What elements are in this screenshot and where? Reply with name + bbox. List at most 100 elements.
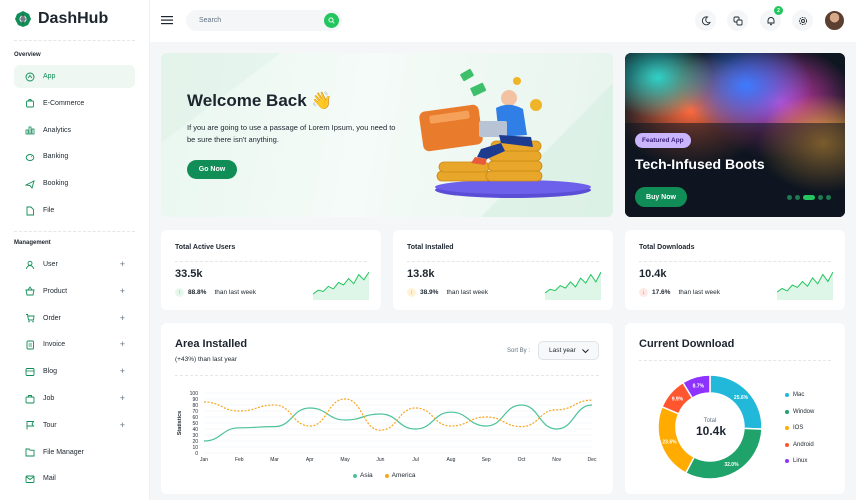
logo[interactable]: DashHub — [14, 10, 108, 28]
legend-item[interactable]: Android — [785, 437, 814, 454]
stat-subtext: than last week — [678, 289, 720, 296]
expand-icon[interactable]: + — [120, 286, 125, 296]
cart-icon — [25, 313, 35, 323]
donut-center-value: 10.4k — [696, 424, 726, 438]
legend-item[interactable]: IOS — [785, 420, 814, 437]
donut-legend: Mac Window IOS Android Linux — [785, 387, 814, 470]
sidebar-item-e-commerce[interactable]: E-Commerce — [14, 92, 135, 115]
blog-icon — [25, 367, 35, 377]
user-icon — [25, 260, 35, 270]
sidebar-item-blog[interactable]: Blog + — [14, 360, 135, 383]
sidebar-item-label: Analytics — [43, 126, 72, 134]
y-tick-label: 20 — [192, 439, 198, 445]
y-tick-label: 100 — [190, 391, 199, 397]
area-chart: 0102030405060708090100 Jan Feb Mar Apr May Jun… — [177, 391, 597, 463]
sidebar-item-job[interactable]: Job + — [14, 387, 135, 410]
legend-label: Mac — [793, 392, 805, 399]
moon-icon — [701, 15, 711, 25]
slice-label: 8.7% — [693, 383, 705, 389]
legend-dot — [785, 459, 789, 464]
sidebar-item-order[interactable]: Order + — [14, 307, 135, 330]
search-input[interactable]: Search — [186, 10, 342, 31]
menu-icon[interactable] — [161, 14, 173, 26]
stat-change: ↑ 88.8% than last week — [175, 288, 256, 297]
sidebar-item-product[interactable]: Product + — [14, 280, 135, 303]
sidebar-item-tour[interactable]: Tour + — [14, 414, 135, 437]
divider — [14, 40, 135, 41]
translate-button[interactable] — [727, 10, 748, 31]
go-now-button[interactable]: Go Now — [187, 160, 237, 179]
sparkline — [777, 271, 833, 300]
featured-card: Featured App Tech-Infused Boots Buy Now — [625, 53, 845, 217]
expand-icon[interactable]: + — [120, 366, 125, 376]
stat-change: ↓ 17.6% than last week — [639, 288, 720, 297]
sidebar-item-invoice[interactable]: Invoice + — [14, 333, 135, 356]
legend-dot — [785, 442, 789, 447]
sidebar-item-label: Banking — [43, 153, 69, 161]
legend-label: Asia — [360, 472, 373, 479]
sidebar-item-booking[interactable]: Booking — [14, 172, 135, 195]
donut-slice-mac[interactable] — [709, 374, 763, 430]
carousel-dot[interactable] — [787, 195, 792, 200]
welcome-title: Welcome Back 👋 — [187, 91, 333, 110]
x-tick-label: Dec — [588, 457, 597, 463]
expand-icon[interactable]: + — [120, 339, 125, 349]
trend-flat-icon: ↕ — [407, 288, 416, 297]
carousel-dot[interactable] — [826, 195, 831, 200]
bell-icon — [767, 16, 774, 25]
invoice-icon — [25, 340, 35, 350]
sidebar-item-label: E-Commerce — [43, 99, 85, 107]
carousel-dot[interactable] — [795, 195, 800, 200]
flag-icon — [25, 420, 35, 430]
y-tick-label: 80 — [192, 403, 198, 409]
legend-item[interactable]: Asia — [353, 472, 373, 479]
sidebar-item-label: Product — [43, 287, 68, 295]
search-button[interactable] — [324, 13, 339, 28]
topbar: Search 2 — [150, 0, 856, 42]
x-tick-label: Nov — [552, 457, 561, 463]
file-icon — [25, 206, 35, 216]
buy-now-button[interactable]: Buy Now — [635, 187, 687, 207]
sidebar-item-app[interactable]: App — [14, 65, 135, 88]
chart-legend: Asia America — [353, 472, 416, 479]
settings-button[interactable] — [792, 10, 813, 31]
y-tick-label: 70 — [192, 409, 198, 415]
legend-item[interactable]: Linux — [785, 453, 814, 470]
legend-item[interactable]: Mac — [785, 387, 814, 404]
gear-icon — [798, 16, 807, 25]
carousel-dot[interactable] — [803, 195, 815, 200]
expand-icon[interactable]: + — [120, 420, 125, 430]
legend-item[interactable]: America — [384, 472, 416, 479]
sidebar-item-banking[interactable]: Banking — [14, 145, 135, 168]
expand-icon[interactable]: + — [120, 259, 125, 269]
current-download-card: Current Download 25.6% 32.0% 23.6% 9.9% 8.7%… — [625, 323, 845, 494]
sidebar-item-label: Order — [43, 314, 61, 322]
legend-item[interactable]: Window — [785, 404, 814, 421]
sidebar-item-user[interactable]: User + — [14, 253, 135, 276]
x-tick-label: Jan — [200, 457, 208, 463]
notifications-button[interactable]: 2 — [760, 6, 783, 31]
sidebar-item-label: Blog — [43, 368, 58, 376]
folder-icon — [25, 447, 35, 457]
expand-icon[interactable]: + — [120, 393, 125, 403]
sidebar-item-file[interactable]: File — [14, 199, 135, 222]
sidebar-item-mail[interactable]: Mail — [14, 467, 135, 490]
sidebar-item-file-manager[interactable]: File Manager — [14, 441, 135, 464]
series-line-america — [203, 398, 593, 431]
carousel-dots[interactable] — [787, 195, 831, 200]
avatar[interactable] — [824, 10, 845, 31]
airplane-icon — [25, 179, 35, 189]
sidebar-item-label: File Manager — [43, 448, 84, 456]
app-icon — [25, 72, 35, 82]
y-tick-label: 30 — [192, 433, 198, 439]
featured-title: Tech-Infused Boots — [635, 156, 765, 172]
theme-toggle-button[interactable] — [695, 10, 716, 31]
expand-icon[interactable]: + — [120, 313, 125, 323]
sidebar-item-label: Booking — [43, 180, 69, 188]
carousel-dot[interactable] — [818, 195, 823, 200]
piggy-bank-icon — [25, 152, 35, 162]
sidebar-item-label: App — [43, 73, 56, 80]
sparkline — [313, 271, 369, 300]
sidebar-item-analytics[interactable]: Analytics — [14, 119, 135, 142]
divider — [14, 231, 135, 232]
